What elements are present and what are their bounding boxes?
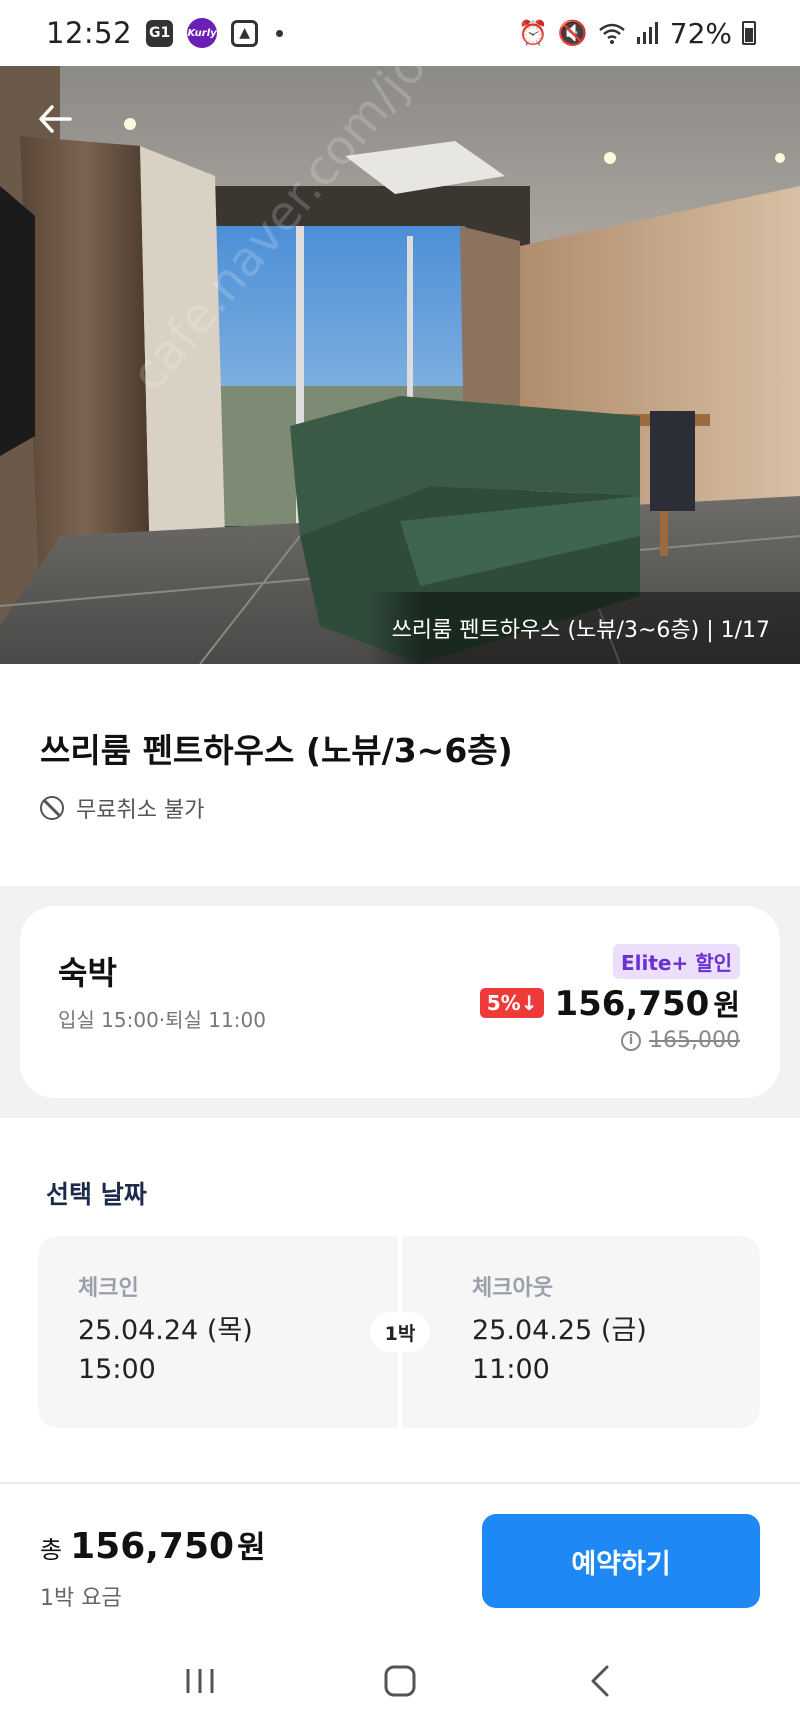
back-button[interactable] [30,94,80,144]
check-in-label: 체크인 [78,1276,139,1301]
elite-discount-badge: Elite+ 할인 [612,944,740,979]
total-prefix: 총 [40,1536,63,1564]
check-in-date: 25.04.24 (목) [78,1315,253,1346]
total-subtitle: 1박 요금 [40,1586,122,1611]
home-icon [384,1665,416,1696]
back-arrow-icon [39,105,72,133]
stay-type: 숙박 [58,954,117,992]
book-button[interactable]: 예약하기 [482,1514,760,1608]
info-icon[interactable]: i [621,1030,642,1051]
total-price: 156,750원 [70,1522,266,1567]
battery-percent: 72% [669,16,732,50]
price-row: 5%↓ 156,750 원 [479,982,740,1024]
booking-bar: 총 156,750원 1박 요금 예약하기 [0,1482,800,1628]
photo-caption: 쓰리룸 펜트하우스 (노뷰/3~6층) | 1/17 [367,592,800,664]
check-out-time: 11:00 [472,1354,550,1385]
room-title: 쓰리룸 펜트하우스 (노뷰/3~6층) [40,731,513,770]
currency: 원 [713,988,740,1022]
mute-icon: 🔇 [557,19,588,47]
kurly-app-icon: Kurly [187,18,218,48]
gallery-notification-icon: ▲ [231,19,259,47]
discount-badge: 5%↓ [479,988,545,1018]
more-notifications-dot [276,29,284,37]
g1-app-icon: G1 [146,19,174,47]
original-price: 165,000 [649,1028,740,1053]
check-out-date: 25.04.25 (금) [472,1315,647,1346]
no-cancel-icon [40,796,64,820]
status-left: 12:52 G1 Kurly ▲ [46,16,284,50]
battery-icon [742,21,756,45]
back-icon [591,1665,609,1696]
recent-apps-button[interactable] [170,1651,230,1711]
home-button[interactable] [370,1651,430,1711]
total-price-value: 156,750 [70,1526,235,1567]
original-price-row: i 165,000 [621,1028,740,1053]
sale-price-value: 156,750 [554,984,710,1024]
signal-icon [636,22,658,44]
status-time: 12:52 [46,16,133,50]
cancellation-policy: 무료취소 불가 [40,792,204,824]
selected-dates-heading: 선택 날짜 [46,1180,147,1209]
check-out-label: 체크아웃 [472,1276,553,1301]
check-in-time: 15:00 [78,1354,156,1385]
wifi-icon [598,23,625,44]
status-right: ⏰ 🔇 72% [518,17,756,50]
stay-option-card[interactable]: 숙박 입실 15:00·퇴실 11:00 Elite+ 할인 5%↓ 156,7… [20,906,780,1098]
total-currency: 원 [237,1530,266,1566]
system-nav-bar [0,1628,800,1733]
sale-price: 156,750 원 [554,982,740,1024]
policy-text: 무료취소 불가 [76,798,205,823]
room-photo-carousel[interactable]: cafe.naver.com/joonggonara 쓰리룸 펜트하우스 (노뷰… [0,66,800,664]
check-times: 입실 15:00·퇴실 11:00 [58,1008,266,1032]
recent-apps-icon [186,1668,214,1693]
date-selector[interactable]: 체크인 25.04.24 (목) 15:00 체크아웃 25.04.25 (금)… [38,1236,760,1428]
total-row: 총 156,750원 [40,1522,266,1567]
nights-badge: 1박 [370,1312,430,1352]
alarm-icon: ⏰ [517,19,548,47]
system-back-button[interactable] [570,1651,630,1711]
status-bar: 12:52 G1 Kurly ▲ ⏰ 🔇 72% [0,0,800,66]
